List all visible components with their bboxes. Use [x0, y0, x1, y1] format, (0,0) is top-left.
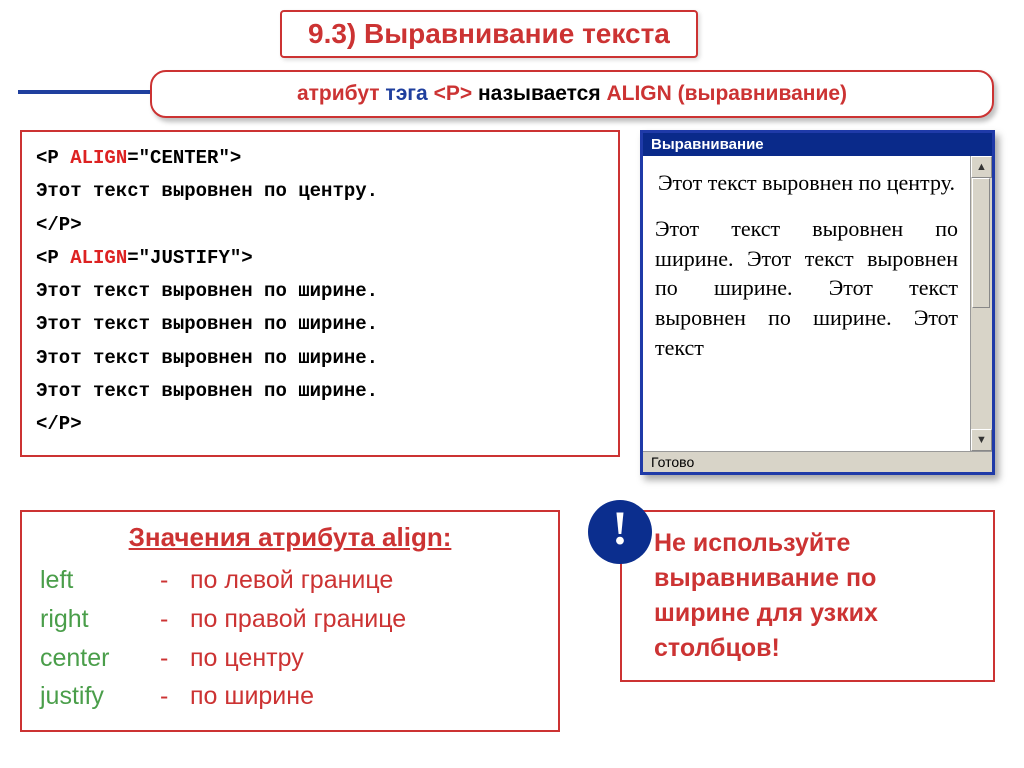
- value-dash: -: [160, 639, 190, 678]
- browser-status: Готово: [643, 451, 992, 472]
- code-line: Этот текст выровнен по ширине.: [36, 308, 604, 341]
- value-desc: по центру: [190, 639, 304, 678]
- value-key: justify: [40, 677, 160, 716]
- preview-justify-text: Этот текст выровнен по ширине. Этот текс…: [655, 214, 958, 362]
- code-text: ="JUSTIFY">: [127, 247, 252, 269]
- browser-titlebar: Выравнивание: [643, 133, 992, 156]
- scroll-track[interactable]: [971, 178, 992, 429]
- value-key: right: [40, 600, 160, 639]
- warning-icon: !: [588, 500, 652, 564]
- code-line: Этот текст выровнен по центру.: [36, 175, 604, 208]
- code-attr: ALIGN: [70, 147, 127, 169]
- section-title-box: 9.3) Выравнивание текста: [280, 10, 698, 58]
- code-line: Этот текст выровнен по ширине.: [36, 275, 604, 308]
- value-key: center: [40, 639, 160, 678]
- browser-content: Этот текст выровнен по центру. Этот текс…: [643, 156, 970, 451]
- subtitle-w4: ALIGN (выравнивание): [606, 82, 847, 105]
- subtitle-w3: называется: [478, 82, 601, 105]
- value-row: right - по правой границе: [40, 600, 540, 639]
- align-values-box: Значения атрибута align: left - по левой…: [20, 510, 560, 732]
- scroll-down-icon[interactable]: ▼: [971, 429, 992, 451]
- scroll-up-icon[interactable]: ▲: [971, 156, 992, 178]
- code-text: <P: [36, 147, 70, 169]
- value-desc: по левой границе: [190, 561, 393, 600]
- code-line: <P ALIGN="CENTER">: [36, 142, 604, 175]
- code-line: Этот текст выровнен по ширине.: [36, 342, 604, 375]
- warning-box: Не используйте выравнивание по ширине дл…: [620, 510, 995, 682]
- decorative-rule: [18, 90, 168, 94]
- value-key: left: [40, 561, 160, 600]
- values-header: Значения атрибута align:: [40, 522, 540, 553]
- code-line: <P ALIGN="JUSTIFY">: [36, 242, 604, 275]
- warning-text: Не используйте выравнивание по ширине дл…: [654, 529, 878, 662]
- subtitle-w2: тэга: [385, 82, 427, 105]
- browser-preview: Выравнивание Этот текст выровнен по цент…: [640, 130, 995, 475]
- code-text: ="CENTER">: [127, 147, 241, 169]
- scrollbar[interactable]: ▲ ▼: [970, 156, 992, 451]
- scroll-thumb[interactable]: [972, 178, 990, 308]
- code-line: </P>: [36, 209, 604, 242]
- value-row: left - по левой границе: [40, 561, 540, 600]
- code-attr: ALIGN: [70, 247, 127, 269]
- code-example: <P ALIGN="CENTER"> Этот текст выровнен п…: [20, 130, 620, 457]
- code-line: </P>: [36, 408, 604, 441]
- subtitle-box: атрибут тэга <P> называется ALIGN (вырав…: [150, 70, 994, 118]
- value-dash: -: [160, 600, 190, 639]
- value-desc: по ширине: [190, 677, 314, 716]
- section-title: 9.3) Выравнивание текста: [308, 18, 670, 49]
- value-desc: по правой границе: [190, 600, 406, 639]
- code-line: Этот текст выровнен по ширине.: [36, 375, 604, 408]
- preview-center-text: Этот текст выровнен по центру.: [655, 170, 958, 196]
- value-row: justify - по ширине: [40, 677, 540, 716]
- subtitle-tag: <P>: [434, 82, 473, 105]
- subtitle-w1: атрибут: [297, 82, 380, 105]
- code-text: <P: [36, 247, 70, 269]
- value-dash: -: [160, 561, 190, 600]
- value-dash: -: [160, 677, 190, 716]
- browser-body: Этот текст выровнен по центру. Этот текс…: [643, 156, 992, 451]
- value-row: center - по центру: [40, 639, 540, 678]
